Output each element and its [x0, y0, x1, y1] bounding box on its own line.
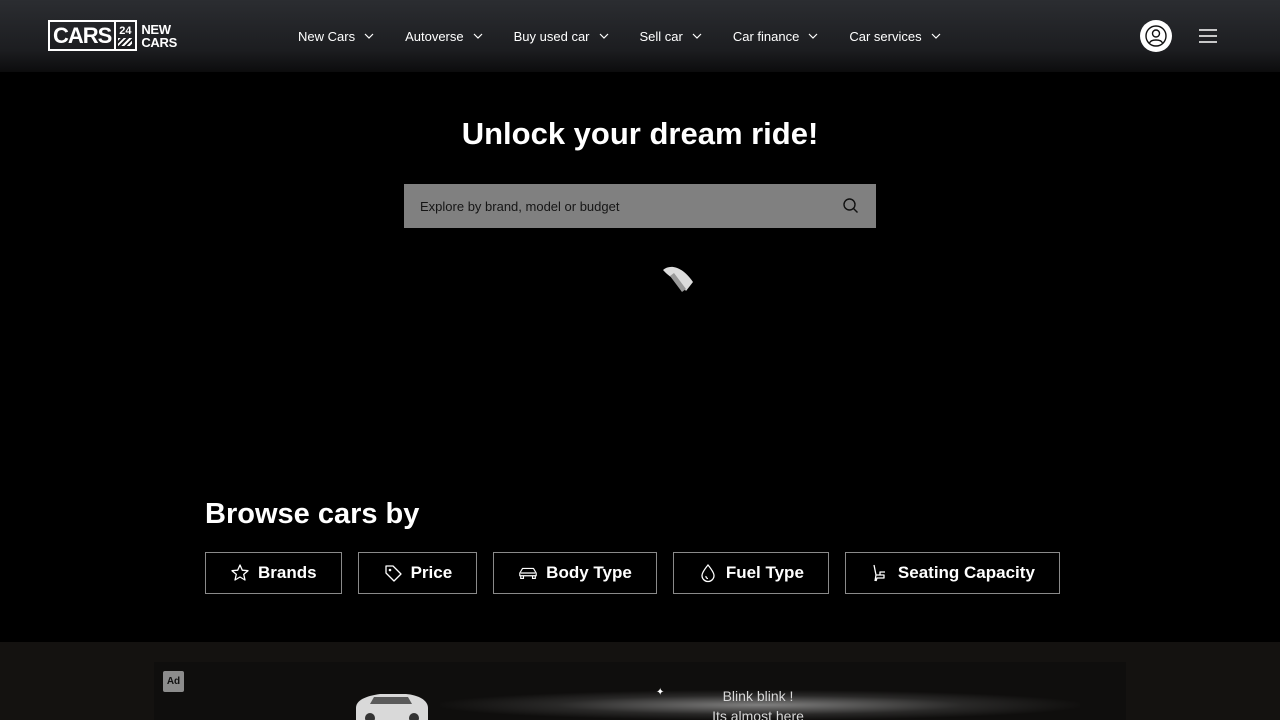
search-bar[interactable]	[404, 184, 876, 228]
logo-new-line1: NEW	[141, 21, 171, 37]
nav-buy-used-car[interactable]: Buy used car	[514, 29, 610, 44]
sparkle-icon: ✦	[656, 687, 665, 698]
filter-price-button[interactable]: Price	[357, 552, 478, 594]
nav-label: Car finance	[732, 28, 800, 44]
hero-title: Unlock your dream ride!	[461, 116, 819, 151]
nav-label: Car services	[849, 28, 922, 44]
logo-cars-text: CARS	[53, 22, 112, 48]
filter-label: Fuel Type	[725, 563, 804, 582]
chevron-down-icon	[692, 33, 702, 39]
star-icon	[230, 563, 250, 583]
filter-brands-button[interactable]: Brands	[205, 552, 342, 594]
tag-icon	[383, 563, 403, 583]
chevron-down-icon	[931, 33, 941, 39]
nav-sell-car[interactable]: Sell car	[640, 29, 703, 44]
ad-car-image	[356, 694, 428, 720]
nav-car-finance[interactable]: Car finance	[733, 29, 819, 44]
search-icon[interactable]	[842, 197, 860, 215]
nav-label: New Cars	[298, 28, 356, 44]
site-header: CARS 24 NEW CARS New Cars Autoverse Buy …	[0, 0, 1280, 72]
ad-headline: Blink blink !	[722, 688, 794, 704]
logo-new-line2: CARS	[141, 34, 177, 50]
nav-label: Sell car	[639, 28, 683, 44]
browse-title: Browse cars by	[205, 498, 420, 530]
nav-new-cars[interactable]: New Cars	[298, 29, 375, 44]
logo-stripes	[118, 37, 133, 46]
filter-label: Price	[410, 563, 453, 582]
filter-fuel-type-button[interactable]: Fuel Type	[672, 552, 829, 594]
logo-new-cars: NEW CARS	[141, 23, 177, 49]
logo-number: 24	[114, 22, 133, 49]
logo-cars-mark: CARS 24	[48, 20, 138, 51]
logo-number-text: 24	[119, 24, 132, 37]
filter-body-type-button[interactable]: Body Type	[493, 552, 657, 594]
nav-autoverse[interactable]: Autoverse	[405, 29, 484, 44]
user-icon	[1145, 25, 1167, 47]
nav-car-services[interactable]: Car services	[849, 29, 941, 44]
account-button[interactable]	[1140, 20, 1172, 52]
nav-label: Buy used car	[513, 28, 590, 44]
ad-subline: Its almost here	[712, 708, 804, 720]
hamburger-icon	[1199, 29, 1217, 43]
browse-filters: Brands Price Body Type Fuel Type Seating…	[205, 552, 1060, 594]
seat-icon	[870, 563, 890, 583]
nav-label: Autoverse	[405, 28, 464, 44]
filter-label: Body Type	[546, 563, 632, 582]
car-icon	[518, 563, 538, 583]
loading-spinner-icon	[663, 266, 693, 292]
chevron-down-icon	[808, 33, 818, 39]
drop-icon	[698, 563, 718, 583]
filter-seating-capacity-button[interactable]: Seating Capacity	[844, 552, 1060, 594]
main-nav: New Cars Autoverse Buy used car Sell car…	[298, 0, 972, 72]
ad-label: Ad	[163, 671, 184, 692]
chevron-down-icon	[364, 33, 374, 39]
cars24-logo[interactable]: CARS 24 NEW CARS	[48, 20, 177, 51]
chevron-down-icon	[599, 33, 608, 39]
hamburger-menu-button[interactable]	[1197, 25, 1219, 47]
filter-label: Seating Capacity	[897, 563, 1035, 582]
filter-label: Brands	[258, 563, 317, 582]
chevron-down-icon	[473, 33, 483, 39]
search-input[interactable]	[420, 198, 842, 214]
